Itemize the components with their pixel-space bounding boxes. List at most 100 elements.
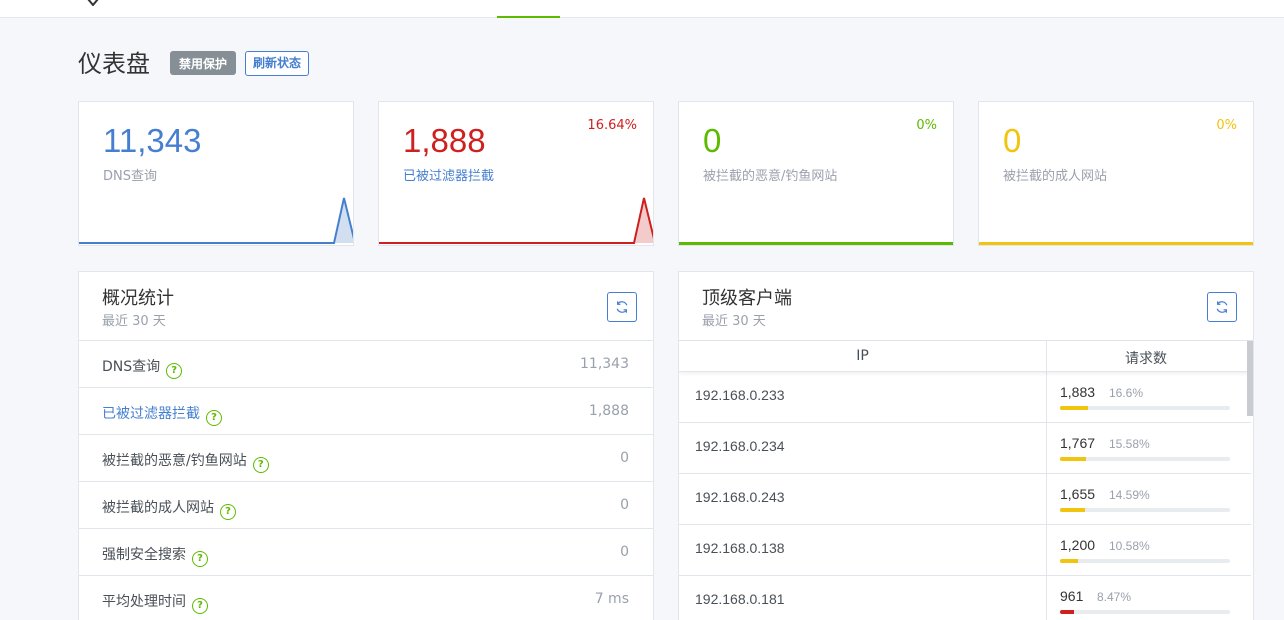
- row-value: 0: [620, 544, 629, 560]
- stat-percent: 0%: [1216, 118, 1237, 133]
- progress-fill: [1060, 406, 1089, 410]
- sparkline-dns: [79, 197, 353, 244]
- client-ip: 192.168.0.234: [695, 438, 785, 454]
- disable-protection-button[interactable]: 禁用保护: [170, 51, 237, 75]
- overview-refresh-button[interactable]: [607, 292, 637, 322]
- sparkline-adult: [979, 242, 1253, 245]
- top-clients-refresh-button[interactable]: [1207, 292, 1237, 322]
- cell-divider: [1046, 423, 1047, 473]
- stat-value: 0: [703, 122, 722, 159]
- table-row[interactable]: 192.168.0.233 1,883 16.6%: [679, 372, 1251, 423]
- overview-panel: 概况统计 最近 30 天 DNS查询? 11,343 已被过滤器拦截? 1,88…: [78, 271, 654, 620]
- cell-divider: [1046, 525, 1047, 575]
- progress-fill: [1060, 559, 1078, 563]
- stat-card-blocked-adult: 0 被拦截的成人网站 0%: [978, 101, 1254, 246]
- help-icon[interactable]: ?: [206, 410, 222, 426]
- help-icon[interactable]: ?: [252, 457, 269, 473]
- request-progress-bar: [1060, 406, 1230, 410]
- stat-label: 已被过滤器拦截: [403, 169, 495, 184]
- request-count: 961: [1060, 588, 1084, 604]
- overview-row-blocked-filters: 已被过滤器拦截? 1,888: [79, 388, 653, 435]
- table-row[interactable]: 192.168.0.181 961 8.47%: [679, 576, 1251, 620]
- refresh-icon: [1216, 301, 1228, 313]
- table-row[interactable]: 192.168.0.138 1,200 10.58%: [679, 525, 1251, 576]
- help-icon[interactable]: ?: [192, 598, 208, 614]
- row-value: 0: [620, 450, 629, 466]
- table-scrollbar[interactable]: [1247, 341, 1253, 416]
- top-clients-panel-header: 顶级客户端 最近 30 天: [679, 272, 1253, 341]
- stat-card-dns-queries: 11,343 DNS查询: [78, 101, 354, 246]
- row-label: 被拦截的成人网站?: [102, 497, 236, 520]
- overview-title: 概况统计: [102, 288, 174, 309]
- cell-divider: [1046, 474, 1047, 524]
- request-progress-bar: [1060, 559, 1230, 563]
- active-nav-indicator: [497, 16, 560, 18]
- refresh-status-button[interactable]: 刷新状态: [245, 51, 310, 76]
- request-percent: 15.58%: [1109, 437, 1150, 451]
- client-ip: 192.168.0.243: [695, 489, 785, 505]
- help-icon[interactable]: ?: [192, 551, 208, 567]
- sparkline-blocked: [379, 197, 653, 244]
- logo-icon[interactable]: [86, 0, 100, 9]
- client-ip: 192.168.0.233: [695, 387, 785, 403]
- request-count: 1,883: [1060, 384, 1096, 400]
- progress-fill: [1060, 610, 1075, 614]
- progress-fill: [1060, 457, 1087, 461]
- overview-subtitle: 最近 30 天: [102, 314, 166, 329]
- row-label: 平均处理时间?: [102, 591, 208, 614]
- overview-row-avg-time: 平均处理时间? 7 ms: [79, 576, 653, 620]
- clients-table-header: IP 请求数: [679, 341, 1253, 372]
- stat-label: 被拦截的恶意/钓鱼网站: [703, 169, 838, 184]
- stat-value: 11,343: [103, 122, 202, 159]
- overview-row-safe-search: 强制安全搜索? 0: [79, 529, 653, 576]
- overview-panel-header: 概况统计 最近 30 天: [79, 272, 653, 341]
- request-percent: 10.58%: [1109, 539, 1150, 553]
- row-value: 7 ms: [594, 591, 629, 607]
- request-progress-bar: [1060, 508, 1230, 512]
- stat-card-blocked-malware: 0 被拦截的恶意/钓鱼网站 0%: [678, 101, 954, 246]
- stat-value: 0: [1003, 122, 1022, 159]
- row-label[interactable]: 已被过滤器拦截?: [102, 403, 222, 426]
- overview-row-dns-queries: DNS查询? 11,343: [79, 341, 653, 388]
- row-value: 0: [620, 497, 629, 513]
- top-clients-title: 顶级客户端: [702, 288, 792, 309]
- stat-percent: 16.64%: [587, 118, 637, 133]
- row-value: 11,343: [580, 356, 629, 372]
- overview-row-blocked-malware: 被拦截的恶意/钓鱼网站? 0: [79, 435, 653, 482]
- column-header-requests[interactable]: 请求数: [1046, 348, 1246, 368]
- row-label: DNS查询?: [102, 356, 183, 379]
- client-ip: 192.168.0.181: [695, 591, 785, 607]
- request-percent: 8.47%: [1097, 590, 1132, 604]
- cell-divider: [1046, 576, 1047, 620]
- top-navbar: [0, 0, 1284, 18]
- request-count: 1,655: [1060, 486, 1096, 502]
- sparkline-malware: [679, 242, 953, 245]
- stat-label: DNS查询: [103, 169, 157, 184]
- row-value: 1,888: [588, 403, 629, 419]
- refresh-icon: [616, 301, 628, 313]
- overview-row-blocked-adult: 被拦截的成人网站? 0: [79, 482, 653, 529]
- request-count: 1,200: [1060, 537, 1096, 553]
- help-icon[interactable]: ?: [220, 504, 236, 520]
- cell-divider: [1046, 372, 1047, 422]
- help-icon[interactable]: ?: [166, 363, 183, 379]
- page-title: 仪表盘: [78, 50, 150, 78]
- request-percent: 16.6%: [1109, 386, 1144, 400]
- request-progress-bar: [1060, 610, 1230, 614]
- request-percent: 14.59%: [1109, 488, 1150, 502]
- stat-value: 1,888: [403, 122, 486, 159]
- row-label: 强制安全搜索?: [102, 544, 208, 567]
- table-row[interactable]: 192.168.0.234 1,767 15.58%: [679, 423, 1251, 474]
- top-clients-panel: 顶级客户端 最近 30 天 IP 请求数 192.168.0.233 1,883…: [678, 271, 1254, 620]
- progress-fill: [1060, 508, 1085, 512]
- stat-card-blocked-filters: 1,888 已被过滤器拦截 16.64%: [378, 101, 654, 246]
- top-clients-subtitle: 最近 30 天: [702, 314, 766, 329]
- column-header-ip[interactable]: IP: [679, 348, 1046, 364]
- row-label: 被拦截的恶意/钓鱼网站?: [102, 450, 269, 473]
- table-row[interactable]: 192.168.0.243 1,655 14.59%: [679, 474, 1251, 525]
- stat-label: 被拦截的成人网站: [1003, 169, 1108, 184]
- client-ip: 192.168.0.138: [695, 540, 785, 556]
- request-progress-bar: [1060, 457, 1230, 461]
- stat-percent: 0%: [916, 118, 937, 133]
- request-count: 1,767: [1060, 435, 1096, 451]
